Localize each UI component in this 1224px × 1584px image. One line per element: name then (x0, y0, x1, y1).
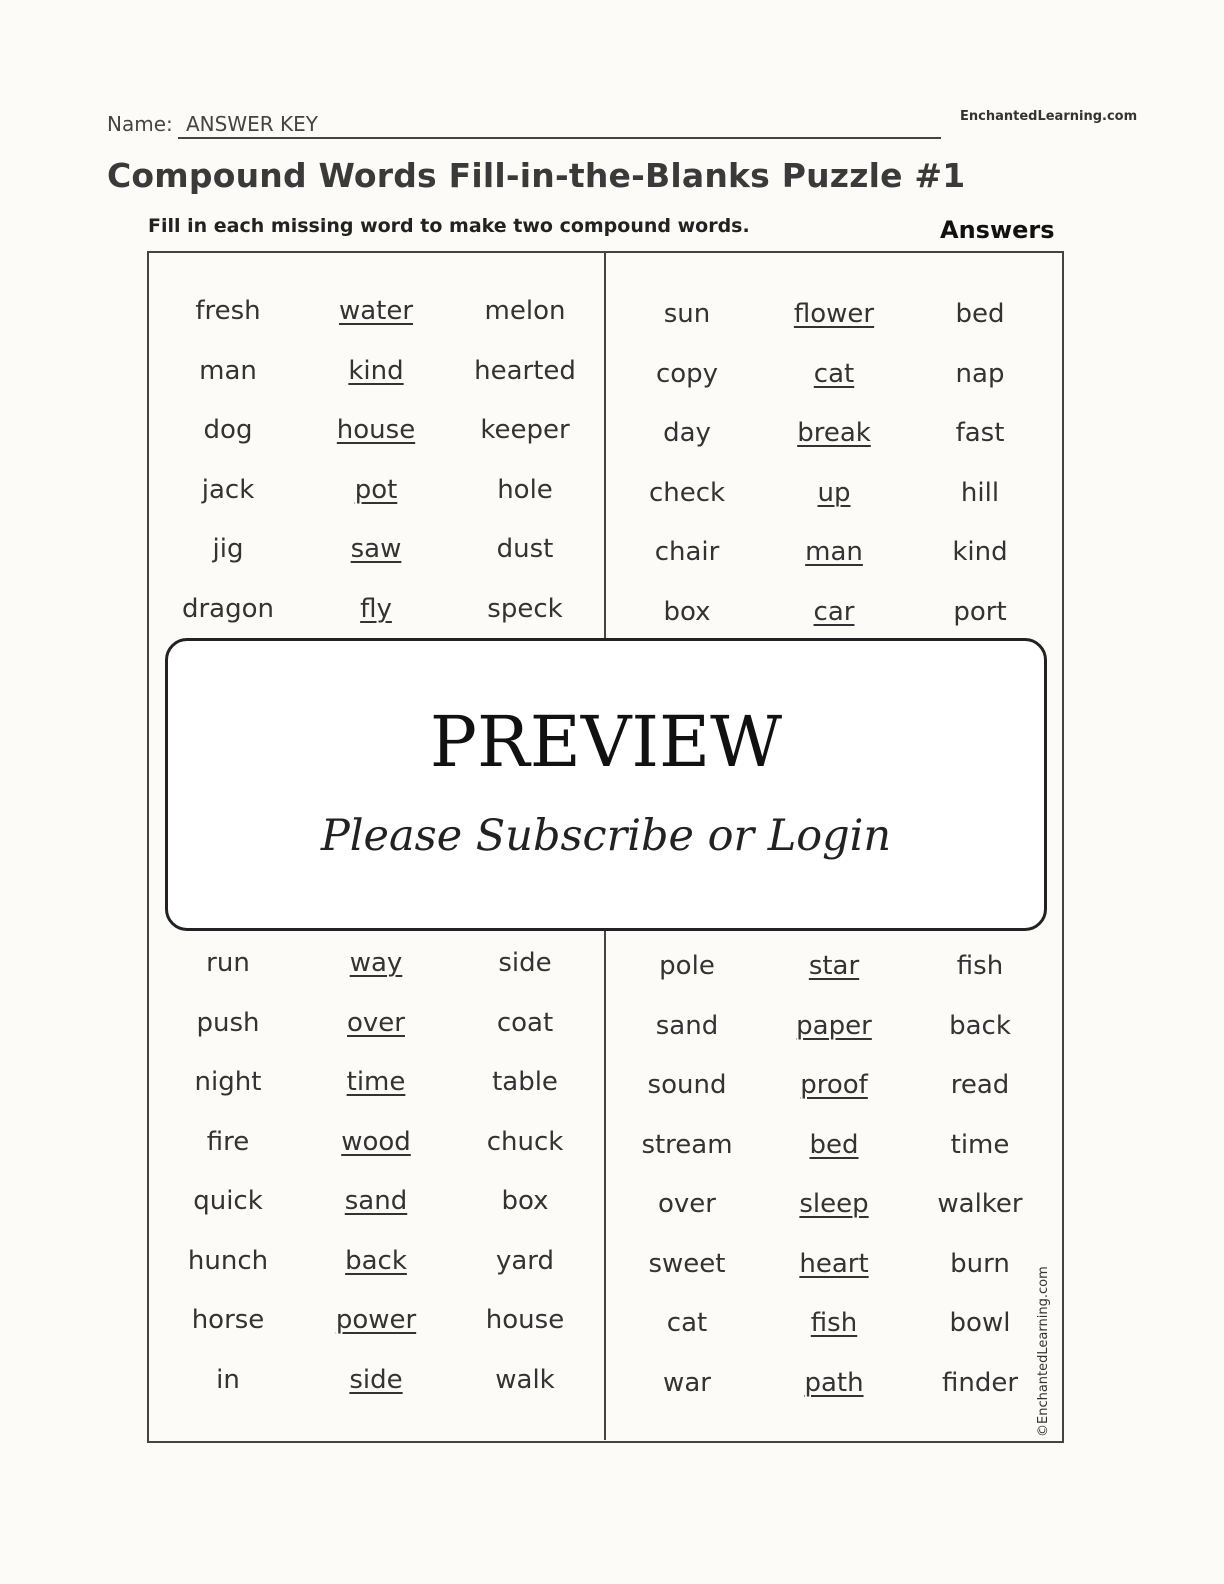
clue-word: sand (655, 1010, 719, 1041)
answer-word: power (335, 1305, 417, 1335)
clue-word: walk (495, 1364, 555, 1395)
answer-word: break (797, 418, 871, 448)
clue-word: coat (496, 1007, 554, 1038)
answer-word: path (804, 1367, 864, 1398)
clue-word: pole (659, 951, 715, 981)
clue-word: speck (487, 593, 563, 624)
clue-word: dragon (181, 593, 275, 624)
answer-word: sleep (799, 1189, 869, 1219)
clue-word: hunch (187, 1245, 269, 1276)
clue-word: hole (497, 474, 553, 505)
name-label: Name: (107, 112, 173, 136)
page-title: Compound Words Fill-in-the-Blanks Puzzle… (107, 156, 966, 195)
answer-word: time (346, 1067, 406, 1097)
clue-word: in (216, 1364, 240, 1395)
clue-word: yard (495, 1245, 555, 1276)
clue-word: sound (647, 1070, 727, 1100)
clue-word: day (663, 418, 711, 448)
clue-word: table (492, 1067, 558, 1097)
clue-word: house (485, 1305, 565, 1335)
name-underline (178, 137, 941, 139)
clue-word: fish (956, 951, 1004, 981)
answer-word: paper (796, 1010, 872, 1041)
clue-word: port (953, 596, 1007, 627)
instructions: Fill in each missing word to make two co… (148, 215, 750, 237)
column-divider (604, 928, 606, 1440)
answer-word: flower (793, 299, 875, 329)
clue-word: jig (212, 534, 244, 564)
answer-word: side (349, 1364, 403, 1395)
clue-word: dust (496, 534, 554, 564)
clue-word: chair (654, 537, 720, 567)
answer-word: cat (813, 358, 855, 389)
answer-word: bed (809, 1129, 859, 1160)
answer-word: fly (360, 593, 392, 624)
site-logo-text: EnchantedLearning.com (960, 109, 1138, 124)
clue-word: hearted (474, 355, 576, 386)
clue-word: night (194, 1067, 262, 1097)
preview-subscribe-login[interactable]: Please Subscribe or Login (168, 811, 1044, 861)
clue-word: fire (206, 1126, 250, 1157)
clue-word: sun (663, 299, 711, 329)
column-divider (604, 252, 606, 638)
preview-title: PREVIEW (429, 701, 783, 783)
answers-label: Answers (940, 216, 1055, 244)
clue-word: read (950, 1070, 1010, 1100)
clue-word: dog (203, 415, 253, 445)
clue-word: war (663, 1367, 711, 1398)
answer-word: water (338, 296, 414, 326)
clue-word: melon (484, 296, 566, 326)
answer-word: car (813, 596, 855, 627)
answer-word: heart (799, 1248, 869, 1279)
answer-word: back (345, 1245, 407, 1276)
answer-word: fish (810, 1308, 858, 1338)
copyright: ©EnchantedLearning.com (1036, 1266, 1051, 1437)
clue-word: copy (655, 358, 719, 389)
clue-word: stream (641, 1129, 733, 1160)
clue-word: box (663, 596, 711, 627)
clue-word: burn (950, 1248, 1010, 1279)
clue-word: run (206, 948, 250, 978)
clue-word: hill (960, 477, 1000, 508)
clue-word: walker (937, 1189, 1023, 1219)
clue-word: push (196, 1007, 260, 1038)
clue-word: back (949, 1010, 1011, 1041)
clue-word: finder (941, 1367, 1019, 1398)
answer-word: man (805, 537, 863, 567)
clue-word: side (498, 948, 552, 978)
clue-word: jack (201, 474, 255, 505)
answer-word: house (336, 415, 416, 445)
clue-word: bowl (949, 1308, 1011, 1338)
answer-word: star (808, 951, 860, 981)
clue-word: cat (666, 1308, 708, 1338)
clue-word: nap (955, 358, 1005, 389)
clue-word: over (658, 1189, 716, 1219)
name-value: ANSWER KEY (186, 112, 318, 136)
answer-word: proof (800, 1070, 868, 1100)
clue-word: chuck (486, 1126, 564, 1157)
clue-word: bed (955, 299, 1005, 329)
answer-word: kind (348, 355, 404, 386)
answer-word: up (817, 477, 851, 508)
clue-word: kind (952, 537, 1008, 567)
clue-word: horse (191, 1305, 265, 1335)
clue-word: box (501, 1186, 549, 1216)
answer-word: saw (350, 534, 402, 564)
clue-word: time (950, 1129, 1010, 1160)
clue-word: sweet (648, 1248, 726, 1279)
clue-word: fast (955, 418, 1005, 448)
preview-overlay[interactable]: PREVIEW Please Subscribe or Login (165, 638, 1047, 931)
clue-word: quick (193, 1186, 263, 1216)
clue-word: check (648, 477, 726, 508)
clue-word: fresh (195, 296, 261, 326)
clue-word: keeper (480, 415, 570, 445)
answer-word: way (349, 948, 403, 978)
answer-word: wood (341, 1126, 411, 1157)
answer-word: sand (344, 1186, 408, 1216)
clue-word: man (199, 355, 257, 386)
answer-word: pot (354, 474, 398, 505)
answer-word: over (347, 1007, 405, 1038)
